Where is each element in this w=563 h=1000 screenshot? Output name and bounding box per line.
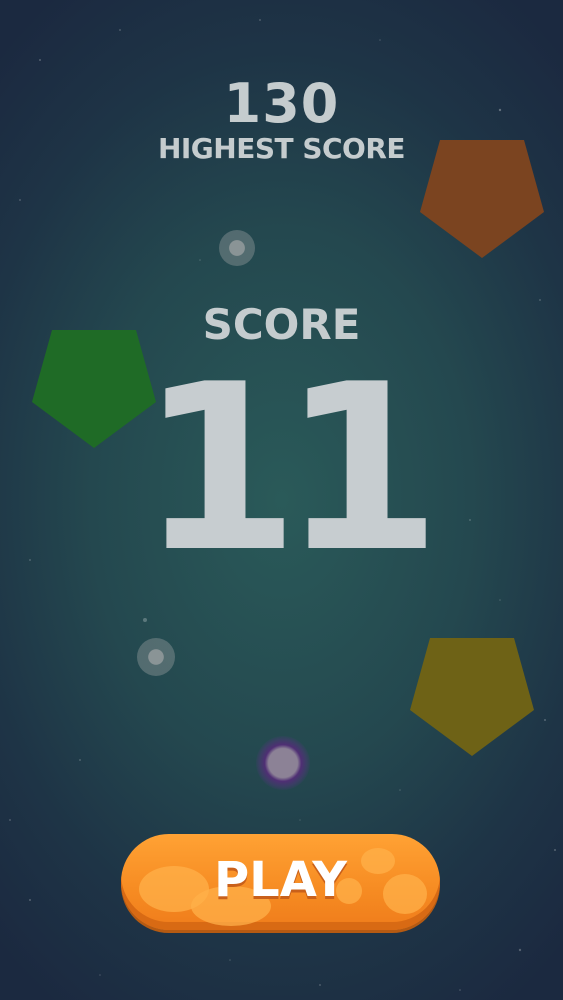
highest-score-label: HIGHEST SCORE [157, 132, 406, 165]
score-value: 11 [139, 336, 441, 603]
purple-glow-orb [256, 736, 310, 790]
play-button-label: PLAY [213, 852, 348, 908]
pentagon-olive [410, 638, 534, 756]
grey-orb [137, 638, 175, 676]
grey-orb [219, 230, 255, 266]
highest-score-value: 130 [223, 72, 340, 135]
play-button[interactable]: PLAY [121, 834, 440, 930]
